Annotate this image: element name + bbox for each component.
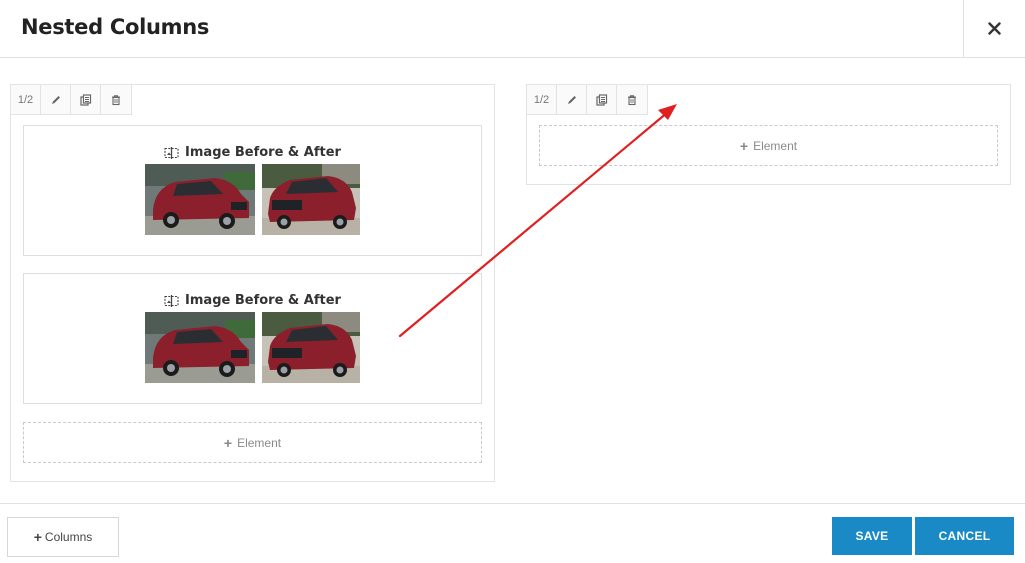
add-element-button[interactable]: + Element: [539, 125, 998, 166]
column-toolbar: 1/2: [527, 85, 648, 115]
duplicate-column-button[interactable]: [71, 85, 101, 114]
element-title: Image Before & After: [185, 293, 341, 308]
nested-columns-modal: Nested Columns 1/2 Image Before & After: [0, 0, 1025, 563]
duplicate-icon: [595, 93, 607, 106]
element-card[interactable]: Image Before & After: [23, 125, 482, 256]
modal-footer: + Columns SAVE CANCEL: [0, 503, 1025, 563]
pencil-icon: [567, 95, 576, 104]
edit-column-button[interactable]: [557, 85, 587, 114]
before-after-icon: [164, 146, 179, 159]
column-size-label[interactable]: 1/2: [11, 85, 41, 114]
edit-column-button[interactable]: [41, 85, 71, 114]
delete-column-button[interactable]: [101, 85, 131, 114]
add-columns-label: Columns: [44, 530, 93, 544]
after-image: [262, 164, 360, 235]
add-element-label: Element: [753, 138, 798, 153]
cancel-button[interactable]: CANCEL: [915, 517, 1014, 555]
delete-column-button[interactable]: [617, 85, 647, 114]
plus-icon: +: [223, 434, 233, 451]
modal-title: Nested Columns: [21, 15, 210, 39]
add-element-label: Element: [237, 435, 282, 450]
save-button[interactable]: SAVE: [832, 517, 912, 555]
plus-icon: +: [33, 529, 42, 545]
after-image: [262, 312, 360, 383]
add-element-button[interactable]: + Element: [23, 422, 482, 463]
column-size-label[interactable]: 1/2: [527, 85, 557, 114]
close-button[interactable]: [963, 0, 1025, 57]
before-after-icon: [164, 294, 179, 307]
pencil-icon: [51, 95, 60, 104]
add-columns-button[interactable]: + Columns: [7, 517, 119, 557]
trash-icon: [112, 94, 120, 105]
element-title: Image Before & After: [185, 145, 341, 160]
before-image: [145, 312, 255, 383]
trash-icon: [628, 94, 636, 105]
close-icon: [988, 22, 1001, 35]
plus-icon: +: [739, 137, 749, 154]
before-image: [145, 164, 255, 235]
duplicate-column-button[interactable]: [587, 85, 617, 114]
element-card[interactable]: Image Before & After: [23, 273, 482, 404]
duplicate-icon: [79, 93, 91, 106]
modal-header: Nested Columns: [0, 0, 1025, 58]
column-toolbar: 1/2: [11, 85, 132, 115]
